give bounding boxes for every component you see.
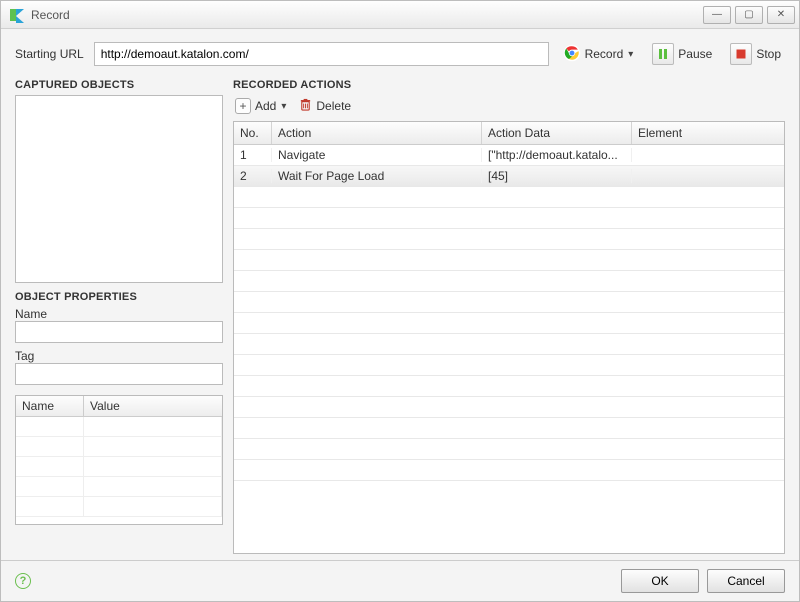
pause-button[interactable]: Pause (648, 41, 716, 67)
captured-objects-tree[interactable] (15, 95, 223, 283)
stop-button[interactable]: Stop (726, 41, 785, 67)
table-row (234, 208, 784, 229)
table-row (234, 229, 784, 250)
help-icon[interactable]: ? (15, 573, 31, 589)
window-title: Record (31, 8, 70, 22)
ok-button[interactable]: OK (621, 569, 699, 593)
col-element: Element (632, 122, 784, 144)
object-properties-table[interactable]: Name Value (15, 395, 223, 525)
props-header-name: Name (16, 396, 84, 416)
dialog-footer: ? OK Cancel (1, 560, 799, 601)
table-row (234, 292, 784, 313)
captured-objects-title: CAPTURED OBJECTS (15, 79, 223, 91)
record-label: Record (585, 47, 624, 61)
table-row (234, 187, 784, 208)
record-button[interactable]: Record ▾ (559, 42, 639, 67)
property-tag-input[interactable] (15, 363, 223, 385)
pause-icon (652, 43, 674, 65)
recorded-actions-title: RECORDED ACTIONS (233, 79, 785, 91)
col-action: Action (272, 122, 482, 144)
property-name-input[interactable] (15, 321, 223, 343)
table-row[interactable]: 1Navigate["http://demoaut.katalo... (234, 145, 784, 166)
chevron-down-icon: ▾ (628, 49, 633, 60)
table-row (234, 250, 784, 271)
stop-icon (730, 43, 752, 65)
maximize-button[interactable]: ▢ (735, 6, 763, 24)
table-row (234, 355, 784, 376)
add-label: Add (255, 99, 276, 113)
table-row (234, 334, 784, 355)
recorded-actions-table[interactable]: No. Action Action Data Element 1Navigate… (233, 121, 785, 554)
delete-label: Delete (316, 99, 351, 113)
stop-label: Stop (756, 47, 781, 61)
chevron-down-icon: ▾ (281, 101, 286, 112)
table-row (234, 376, 784, 397)
table-row (234, 418, 784, 439)
table-row (234, 313, 784, 334)
cancel-button[interactable]: Cancel (707, 569, 785, 593)
property-tag-label: Tag (15, 349, 223, 363)
url-toolbar: Starting URL Record ▾ Pause Stop (15, 41, 785, 67)
delete-action-button[interactable]: Delete (297, 97, 353, 115)
property-name-label: Name (15, 307, 223, 321)
minimize-button[interactable]: — (703, 6, 731, 24)
col-no: No. (234, 122, 272, 144)
table-row (234, 271, 784, 292)
col-action-data: Action Data (482, 122, 632, 144)
titlebar: Record — ▢ ✕ (1, 1, 799, 29)
pause-label: Pause (678, 47, 712, 61)
starting-url-label: Starting URL (15, 47, 84, 61)
props-header-value: Value (84, 396, 222, 416)
record-dialog: Record — ▢ ✕ Starting URL Record ▾ Pause (0, 0, 800, 602)
table-row (234, 439, 784, 460)
plus-icon: + (235, 98, 251, 114)
starting-url-input[interactable] (94, 42, 549, 66)
katalon-icon (9, 7, 25, 23)
table-row (234, 460, 784, 481)
chrome-icon (563, 44, 581, 65)
add-action-button[interactable]: + Add ▾ (233, 97, 289, 115)
object-properties-title: OBJECT PROPERTIES (15, 291, 223, 303)
close-button[interactable]: ✕ (767, 6, 795, 24)
table-row (234, 397, 784, 418)
trash-icon (299, 98, 312, 114)
table-row[interactable]: 2Wait For Page Load[45] (234, 166, 784, 187)
